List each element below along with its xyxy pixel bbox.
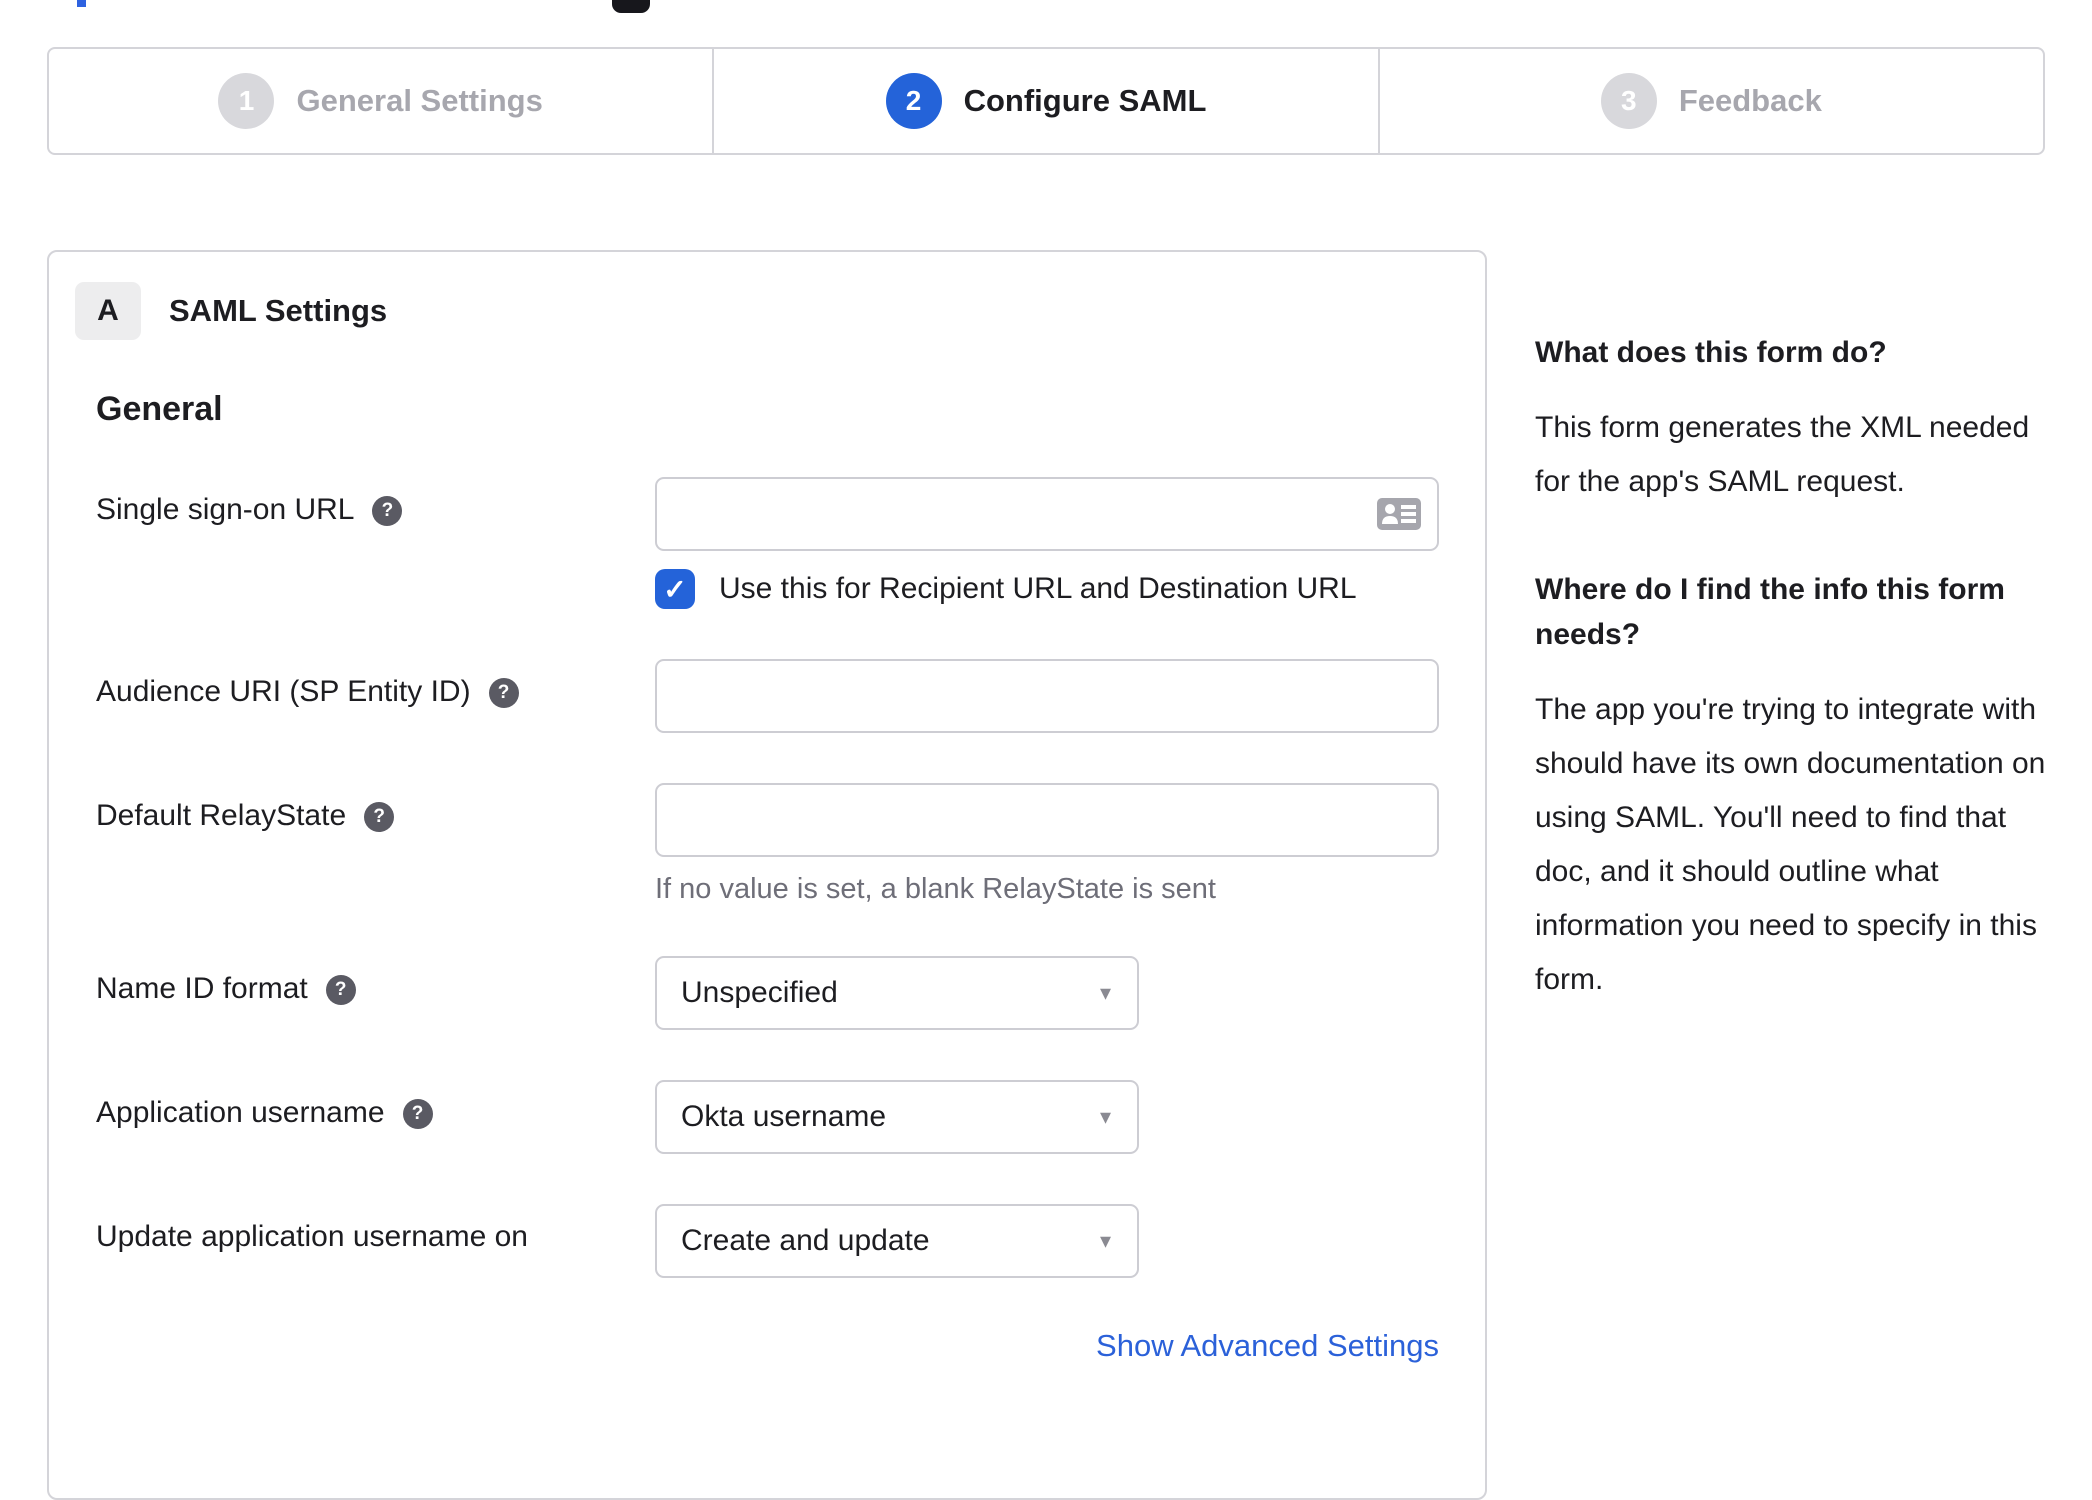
help-icon[interactable]: ?	[488, 678, 519, 708]
update-app-username-row: Update application username on Create an…	[96, 1204, 1485, 1278]
single-sign-on-url-row: Single sign-on URL ? ✓ Use this for Reci…	[96, 477, 1485, 609]
step-3-label: Feedback	[1678, 83, 1822, 118]
contact-card-icon[interactable]	[1377, 498, 1421, 530]
audience-uri-input[interactable]	[655, 659, 1439, 733]
audience-uri-label: Audience URI (SP Entity ID)	[96, 675, 471, 708]
name-id-format-value: Unspecified	[681, 976, 838, 1009]
audience-uri-row: Audience URI (SP Entity ID) ?	[96, 659, 1485, 733]
step-2-label: Configure SAML	[963, 83, 1207, 118]
step-1-circle: 1	[218, 73, 275, 129]
application-username-value: Okta username	[681, 1100, 887, 1133]
help-sidebar: What does this form do? This form genera…	[1535, 330, 2057, 1065]
default-relaystate-label: Default RelayState	[96, 799, 347, 832]
step-configure-saml[interactable]: 2 Configure SAML	[712, 49, 1377, 153]
help-icon[interactable]: ?	[325, 975, 356, 1005]
sidebar-heading-where: Where do I find the info this form needs…	[1535, 573, 2005, 651]
application-username-label: Application username	[96, 1096, 385, 1129]
step-general-settings[interactable]: 1 General Settings	[49, 49, 712, 153]
chevron-down-icon: ▾	[1099, 1104, 1111, 1129]
help-icon[interactable]: ?	[364, 802, 395, 832]
sidebar-heading-what: What does this form do?	[1535, 336, 1887, 369]
step-2-circle: 2	[885, 73, 942, 129]
update-app-username-label: Update application username on	[96, 1220, 528, 1253]
update-app-username-value: Create and update	[681, 1224, 930, 1257]
check-icon: ✓	[663, 573, 687, 605]
recipient-url-checkbox[interactable]: ✓	[655, 569, 695, 609]
saml-settings-card: A SAML Settings General Single sign-on U…	[47, 250, 1487, 1500]
section-a-badge: A	[75, 282, 141, 340]
step-feedback[interactable]: 3 Feedback	[1377, 49, 2043, 153]
sidebar-body-where: The app you're trying to integrate with …	[1535, 693, 2046, 996]
relaystate-helper-text: If no value is set, a blank RelayState i…	[655, 873, 1216, 905]
step-1-label: General Settings	[296, 83, 543, 118]
help-icon[interactable]: ?	[372, 496, 403, 526]
name-id-format-label: Name ID format	[96, 972, 308, 1005]
recipient-url-checkbox-row: ✓ Use this for Recipient URL and Destina…	[655, 569, 1439, 609]
application-username-row: Application username ? Okta username ▾	[96, 1080, 1485, 1154]
step-3-circle: 3	[1600, 73, 1657, 129]
chevron-down-icon: ▾	[1099, 1228, 1111, 1253]
default-relaystate-row: Default RelayState ? If no value is set,…	[96, 783, 1485, 906]
single-sign-on-url-label: Single sign-on URL	[96, 493, 355, 526]
card-title: SAML Settings	[169, 293, 388, 328]
wizard-stepper: 1 General Settings 2 Configure SAML 3 Fe…	[47, 47, 2045, 155]
cut-off-title-glyph	[612, 0, 650, 13]
default-relaystate-input[interactable]	[655, 783, 1439, 857]
application-username-select[interactable]: Okta username ▾	[655, 1080, 1139, 1154]
help-icon[interactable]: ?	[402, 1099, 433, 1129]
single-sign-on-url-input[interactable]	[655, 477, 1439, 551]
name-id-format-select[interactable]: Unspecified ▾	[655, 956, 1139, 1030]
saml-form: Single sign-on URL ? ✓ Use this for Reci…	[96, 477, 1485, 1364]
name-id-format-row: Name ID format ? Unspecified ▾	[96, 956, 1485, 1030]
recipient-url-checkbox-label: Use this for Recipient URL and Destinati…	[719, 572, 1357, 605]
general-section-title: General	[96, 390, 223, 428]
card-header: A SAML Settings	[75, 282, 1485, 340]
cut-off-title-accent	[77, 0, 86, 7]
show-advanced-settings-link[interactable]: Show Advanced Settings	[1096, 1328, 1439, 1363]
chevron-down-icon: ▾	[1099, 980, 1111, 1005]
sidebar-body-what: This form generates the XML needed for t…	[1535, 411, 2030, 498]
update-app-username-select[interactable]: Create and update ▾	[655, 1204, 1139, 1278]
